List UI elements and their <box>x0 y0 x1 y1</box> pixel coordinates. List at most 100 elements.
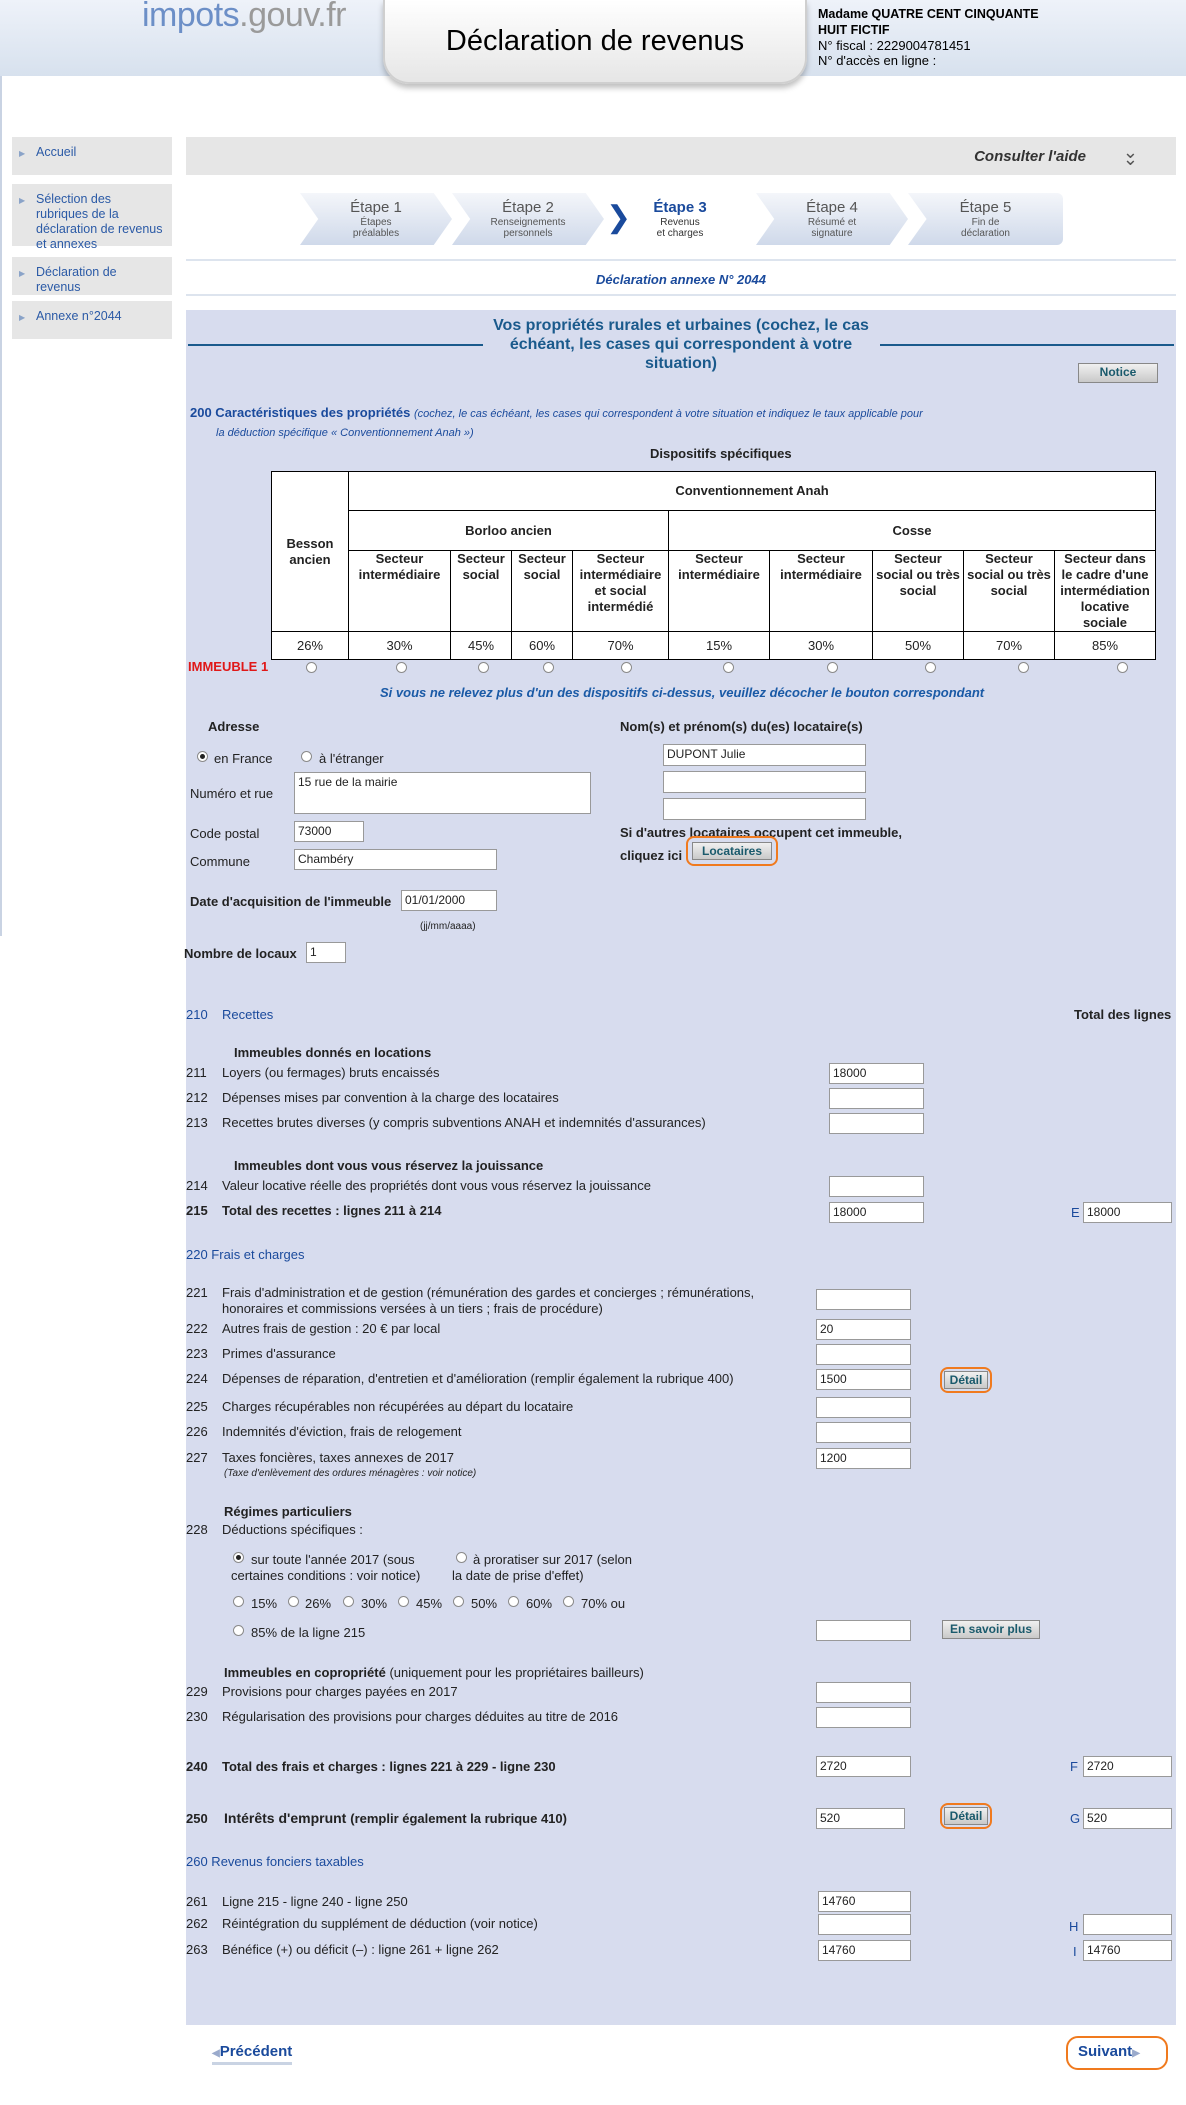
opt-all-l1: sur toute l'année 2017 (sous <box>251 1552 415 1567</box>
line-229-input[interactable] <box>816 1682 911 1703</box>
line-hint: (remplir également la rubrique 410) <box>350 1811 567 1826</box>
next-button[interactable]: Suivant▶ <box>1078 2043 1140 2060</box>
radio-besson-26[interactable] <box>306 662 317 673</box>
line-222-input[interactable]: 20 <box>816 1319 911 1340</box>
interets-heading: Intérêts d'emprunt (remplir également la… <box>224 1810 567 1826</box>
annexe-title: Déclaration annexe N° 2044 <box>596 272 766 287</box>
user-info: Madame QUATRE CENT CINQUANTE HUIT FICTIF… <box>818 6 1058 68</box>
tenant-input-3[interactable] <box>663 798 866 820</box>
radio-borloo-70[interactable] <box>621 662 632 673</box>
street-label: Numéro et rue <box>190 786 274 801</box>
sidebar-item-annexe[interactable]: Annexe n°2044 <box>12 301 172 339</box>
line-num: 226 <box>186 1424 208 1439</box>
street-input[interactable]: 15 rue de la mairie <box>294 772 591 814</box>
radio-rate-60[interactable] <box>508 1596 519 1607</box>
radio-toute-annee[interactable] <box>233 1552 244 1563</box>
radio-borloo-30[interactable] <box>396 662 407 673</box>
locataires-button[interactable]: Locataires <box>692 842 772 860</box>
line-215-input[interactable]: 18000 <box>829 1202 924 1223</box>
radio-rate-26[interactable] <box>288 1596 299 1607</box>
tenant-input-1[interactable]: DUPONT Julie <box>663 744 866 766</box>
rate-85-label: 85% de la ligne 215 <box>251 1625 366 1640</box>
letter-f: F <box>1070 1759 1078 1774</box>
sidebar-item-selection[interactable]: Sélection des rubriques de la déclaratio… <box>12 184 172 251</box>
acq-label: Date d'acquisition de l'immeuble <box>190 894 392 909</box>
sidebar-item-label: Accueil <box>36 145 77 159</box>
radio-rate-50[interactable] <box>453 1596 464 1607</box>
double-chevron-down-icon[interactable]: ⌄ ⌄ <box>1123 142 1138 184</box>
line-label: Frais d'administration et de gestion (ré… <box>222 1285 755 1300</box>
prev-button[interactable]: ◀Précédent <box>212 2043 293 2065</box>
step-sub: Étapes <box>360 217 392 228</box>
col-header: Secteur dans le cadre d'une intermédiati… <box>1054 550 1156 632</box>
total-e-input[interactable]: 18000 <box>1083 1202 1172 1223</box>
radio-en-france[interactable] <box>197 751 208 762</box>
line-212-input[interactable] <box>829 1088 924 1109</box>
sidebar-item-declaration[interactable]: Déclaration de revenus <box>12 257 172 295</box>
acq-date-input[interactable]: 01/01/2000 <box>401 890 497 911</box>
total-f-input[interactable]: 2720 <box>1083 1756 1172 1777</box>
radio-cosse-15[interactable] <box>723 662 734 673</box>
total-h-input[interactable] <box>1083 1914 1172 1935</box>
pct-cell: 85% <box>1054 631 1156 660</box>
radio-rate-45[interactable] <box>398 1596 409 1607</box>
recettes-sub1: Immeubles donnés en locations <box>234 1045 432 1060</box>
radio-etranger[interactable] <box>301 751 312 762</box>
total-g-input[interactable]: 520 <box>1083 1808 1172 1829</box>
radio-rate-85[interactable] <box>233 1625 244 1636</box>
en-savoir-plus-button[interactable]: En savoir plus <box>942 1620 1040 1639</box>
line-num: 250 <box>186 1811 208 1826</box>
sidebar-item-accueil[interactable]: Accueil <box>12 137 172 175</box>
total-i-input[interactable]: 14760 <box>1083 1940 1172 1961</box>
line-224-input[interactable]: 1500 <box>816 1369 911 1390</box>
sidebar-item-label: Déclaration de revenus <box>36 265 117 294</box>
line-221-input[interactable] <box>816 1289 911 1310</box>
commune-input[interactable]: Chambéry <box>294 849 497 870</box>
detail-224-button[interactable]: Détail <box>944 1371 988 1389</box>
tenant-input-2[interactable] <box>663 771 866 793</box>
line-214-input[interactable] <box>829 1176 924 1197</box>
step-title: Étape 2 <box>502 199 554 216</box>
line-240-input[interactable]: 2720 <box>816 1756 911 1777</box>
line-263-input[interactable]: 14760 <box>818 1940 911 1961</box>
line-250-input[interactable]: 520 <box>816 1808 905 1829</box>
divider <box>188 344 483 346</box>
date-format-hint: (jj/mm/aaaa) <box>420 921 476 932</box>
radio-cosse-50[interactable] <box>925 662 936 673</box>
line-228-input[interactable] <box>816 1620 911 1641</box>
rate-label: 45% <box>416 1596 443 1611</box>
detail-250-button[interactable]: Détail <box>944 1807 988 1825</box>
radio-cosse-70[interactable] <box>1018 662 1029 673</box>
line-230-input[interactable] <box>816 1707 911 1728</box>
line-label: Total des recettes : lignes 211 à 214 <box>222 1203 442 1218</box>
notice-button[interactable]: Notice <box>1078 363 1158 383</box>
copro-title: Immeubles en copropriété <box>224 1665 386 1680</box>
line-227-input[interactable]: 1200 <box>816 1448 911 1469</box>
line-223-input[interactable] <box>816 1344 911 1365</box>
radio-rate-30[interactable] <box>343 1596 354 1607</box>
postal-input[interactable]: 73000 <box>294 821 364 842</box>
line-label: Déductions spécifiques : <box>222 1522 363 1537</box>
locaux-input[interactable]: 1 <box>306 942 346 963</box>
radio-borloo-60[interactable] <box>543 662 554 673</box>
step-sub: signature <box>811 228 853 239</box>
radio-cosse-30[interactable] <box>827 662 838 673</box>
radio-rate-70[interactable] <box>563 1596 574 1607</box>
line-213-input[interactable] <box>829 1113 924 1134</box>
rate-label: 70% ou <box>581 1596 626 1611</box>
line-226-input[interactable] <box>816 1422 911 1443</box>
impots-logo[interactable]: impots.gouv.fr <box>142 0 347 35</box>
line-211-input[interactable]: 18000 <box>829 1063 924 1084</box>
radio-cosse-85[interactable] <box>1117 662 1128 673</box>
line-261-input[interactable]: 14760 <box>818 1891 911 1912</box>
radio-proratiser[interactable] <box>456 1552 467 1563</box>
line-num: 262 <box>186 1916 208 1931</box>
line-225-input[interactable] <box>816 1397 911 1418</box>
radio-rate-15[interactable] <box>233 1596 244 1607</box>
pct-cell: 70% <box>572 631 669 660</box>
recettes-title: Recettes <box>222 1007 274 1022</box>
radio-borloo-45[interactable] <box>478 662 489 673</box>
help-link[interactable]: Consulter l'aide <box>974 148 1086 165</box>
line-262-input[interactable] <box>818 1914 911 1935</box>
etranger-label: à l'étranger <box>319 751 384 766</box>
